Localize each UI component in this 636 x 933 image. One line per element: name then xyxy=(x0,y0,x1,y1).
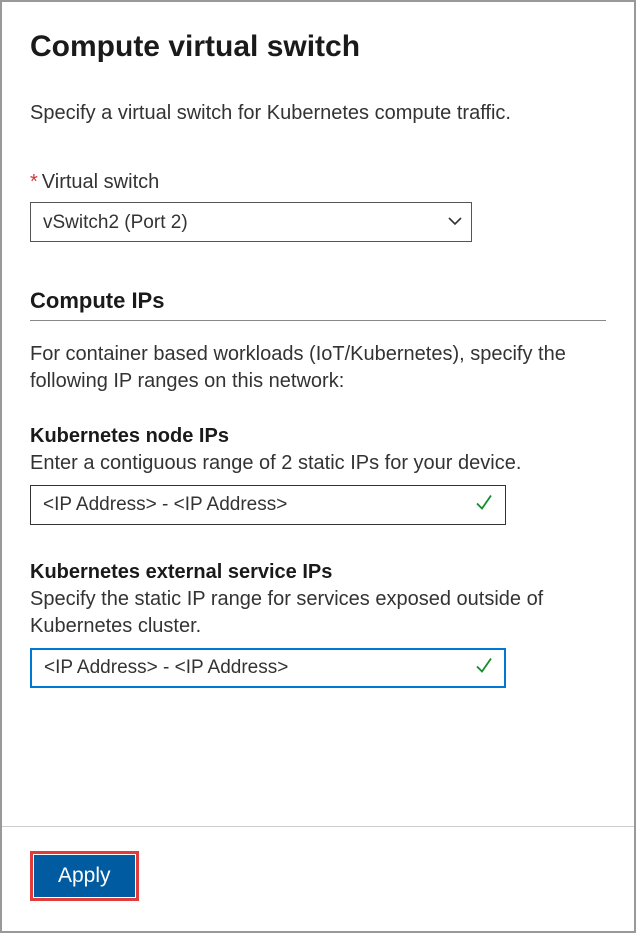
apply-button[interactable]: Apply xyxy=(34,855,135,897)
page-title: Compute virtual switch xyxy=(30,30,606,64)
compute-ips-description: For container based workloads (IoT/Kuber… xyxy=(30,341,606,395)
page-description: Specify a virtual switch for Kubernetes … xyxy=(30,100,606,127)
virtual-switch-label-text: Virtual switch xyxy=(42,171,159,193)
virtual-switch-label: *Virtual switch xyxy=(30,171,606,194)
node-ips-input[interactable] xyxy=(30,485,506,525)
compute-ips-heading: Compute IPs xyxy=(30,288,606,321)
service-ips-input[interactable] xyxy=(30,648,506,688)
footer-bar: Apply xyxy=(2,826,634,931)
required-asterisk: * xyxy=(30,171,38,193)
virtual-switch-select[interactable]: vSwitch2 (Port 2) xyxy=(30,202,472,242)
service-ips-title: Kubernetes external service IPs xyxy=(30,561,606,584)
apply-button-highlight: Apply xyxy=(30,851,139,901)
node-ips-title: Kubernetes node IPs xyxy=(30,425,606,448)
node-ips-description: Enter a contiguous range of 2 static IPs… xyxy=(30,450,606,477)
service-ips-description: Specify the static IP range for services… xyxy=(30,586,606,640)
